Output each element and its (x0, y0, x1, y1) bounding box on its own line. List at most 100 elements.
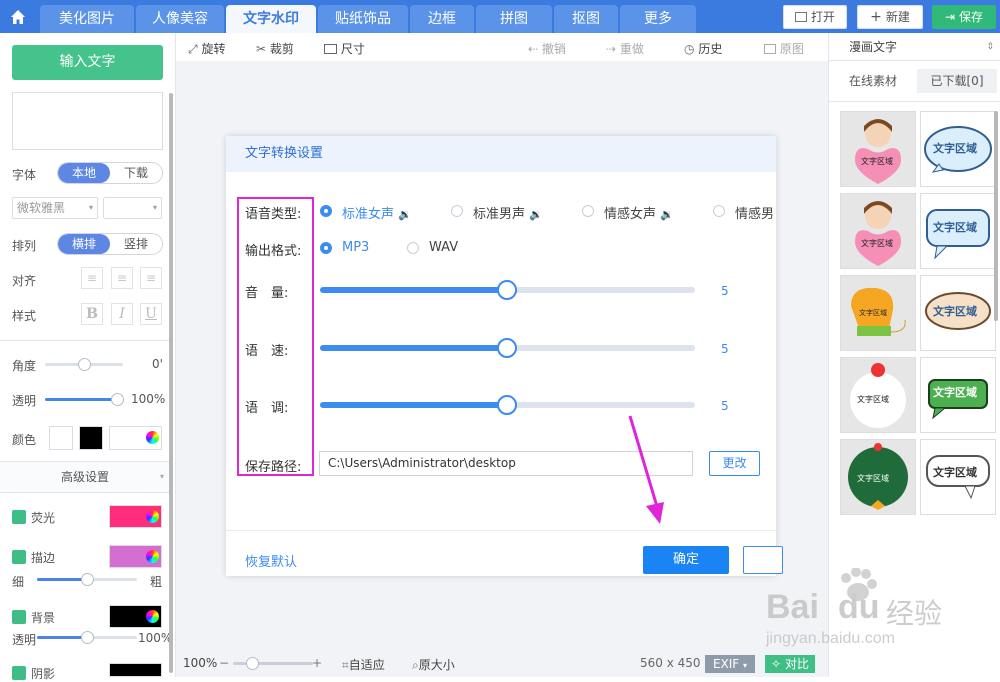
tab-collage[interactable]: 拼图 (476, 5, 552, 33)
radio-voice-female-std[interactable] (320, 205, 332, 217)
rotate-tool[interactable]: ⤢ 旋转 (188, 40, 225, 57)
stroke-width-knob[interactable] (81, 573, 94, 586)
bg-opacity-knob[interactable] (81, 631, 94, 644)
bold-button[interactable]: B (81, 303, 103, 325)
sticker-girl-heart-2[interactable]: 文字区域 (840, 193, 916, 269)
tab-frames[interactable]: 边框 (410, 5, 474, 33)
font-select[interactable]: 微软雅黑 ▾ (12, 197, 98, 219)
stroke-checkbox[interactable] (12, 550, 26, 564)
sticker-speech-bubble[interactable]: 文字区域 (920, 193, 996, 269)
original-size-button[interactable]: ⌕原大小 (412, 656, 455, 673)
volume-slider-knob[interactable] (497, 280, 517, 300)
history-tool[interactable]: ◷ 历史 (684, 40, 722, 57)
zoom-slider[interactable] (233, 657, 313, 670)
format-option-wav[interactable]: WAV (429, 240, 458, 255)
radio-format-mp3[interactable] (320, 242, 332, 254)
voice-option-male-emo[interactable]: 情感男 (735, 203, 776, 222)
pitch-slider-knob[interactable] (497, 395, 517, 415)
save-button[interactable]: ⇥ 保存 (932, 5, 996, 29)
watermark-brand-2: du (838, 588, 880, 626)
font-source-download[interactable]: 下载 (110, 163, 162, 183)
sticker-plain-bubble[interactable]: 文字区域 (920, 439, 996, 515)
text-input-area[interactable] (12, 92, 163, 150)
color-picker-icon[interactable] (146, 610, 159, 623)
new-button[interactable]: + 新建 (857, 5, 923, 29)
pitch-slider[interactable] (320, 395, 695, 415)
sticker-snowman[interactable]: 文字区域 (840, 357, 916, 433)
tab-online-materials[interactable]: 在线素材 (835, 69, 911, 93)
radio-voice-male-emo[interactable] (713, 205, 725, 217)
open-button[interactable]: 打开 (783, 5, 847, 29)
arrange-horizontal[interactable]: 横排 (58, 234, 110, 254)
ok-button[interactable]: 确定 (643, 546, 729, 574)
align-center-icon[interactable]: ≡ (111, 267, 133, 289)
voice-option-female-std[interactable]: 标准女声 🔉 (342, 203, 412, 222)
sticker-mitten[interactable]: 文字区域 (840, 275, 916, 351)
font-source-toggle[interactable]: 本地 下载 (57, 162, 163, 184)
sticker-cloud-bubble[interactable]: 文字区域 (920, 111, 996, 187)
color-picker-icon[interactable] (146, 510, 159, 523)
original-tool[interactable]: 原图 (764, 40, 804, 57)
color-swatch-white[interactable] (49, 426, 73, 450)
reset-default-link[interactable]: 恢复默认 (245, 551, 297, 570)
color-swatch-black[interactable] (79, 426, 103, 450)
volume-slider[interactable] (320, 280, 695, 300)
sticker-green-bubble[interactable]: 文字区域 (920, 357, 996, 433)
advanced-settings-toggle[interactable]: 高级设置 ▾ (0, 462, 170, 492)
speed-slider[interactable] (320, 338, 695, 358)
opacity-slider-knob[interactable] (111, 393, 124, 406)
redo-tool[interactable]: ⇢ 重做 (606, 40, 644, 57)
zoom-slider-knob[interactable] (246, 657, 259, 670)
opacity-slider[interactable] (45, 393, 124, 406)
font-source-local[interactable]: 本地 (58, 163, 110, 183)
right-panel-scrollbar[interactable] (994, 111, 998, 321)
input-text-button[interactable]: 输入文字 (12, 45, 163, 80)
color-picker-icon[interactable] (146, 550, 159, 563)
arrange-vertical[interactable]: 竖排 (110, 234, 162, 254)
zoom-in-icon[interactable]: + (312, 656, 322, 670)
tab-beautify[interactable]: 美化图片 (40, 5, 134, 33)
fit-button[interactable]: ⌗自适应 (342, 656, 385, 673)
tab-downloaded[interactable]: 已下载[0] (917, 69, 997, 93)
size-label: 尺寸 (340, 42, 365, 56)
size-tool[interactable]: 尺寸 (324, 40, 365, 57)
font-size-select[interactable]: ▾ (103, 197, 162, 219)
background-checkbox[interactable] (12, 610, 26, 624)
tab-cutout[interactable]: 抠图 (554, 5, 618, 33)
angle-slider[interactable] (45, 358, 123, 371)
voice-option-male-std[interactable]: 标准男声 🔉 (473, 203, 543, 222)
home-icon[interactable] (4, 4, 32, 30)
crop-tool[interactable]: ✂ 裁剪 (256, 40, 294, 57)
shadow-checkbox[interactable] (12, 666, 26, 680)
sticker-girl-heart[interactable]: 文字区域 (840, 111, 916, 187)
align-left-icon[interactable]: ≡ (81, 267, 103, 289)
sticker-wreath[interactable]: 文字区域 (840, 439, 916, 515)
align-right-icon[interactable]: ≡ (140, 267, 162, 289)
format-option-mp3[interactable]: MP3 (342, 240, 369, 255)
radio-voice-female-emo[interactable] (582, 205, 594, 217)
exif-button[interactable]: EXIF ▾ (705, 655, 755, 673)
category-select[interactable]: 漫画文字 ⇕ (829, 33, 1000, 61)
bg-opacity-slider[interactable] (37, 631, 137, 644)
zoom-out-icon[interactable]: − (219, 656, 229, 670)
italic-button[interactable]: I (111, 303, 133, 325)
change-path-button[interactable]: 更改 (709, 451, 760, 476)
speed-slider-knob[interactable] (497, 338, 517, 358)
voice-option-female-emo[interactable]: 情感女声 🔉 (604, 203, 674, 222)
radio-voice-male-std[interactable] (451, 205, 463, 217)
tab-stickers[interactable]: 贴纸饰品 (318, 5, 408, 33)
tab-text-watermark[interactable]: 文字水印 (226, 5, 316, 33)
radio-format-wav[interactable] (407, 242, 419, 254)
undo-tool[interactable]: ⇠ 撤销 (528, 40, 566, 57)
tab-portrait[interactable]: 人像美容 (136, 5, 224, 33)
glow-checkbox[interactable] (12, 510, 26, 524)
tab-more[interactable]: 更多 (620, 5, 696, 33)
left-panel-scrollbar[interactable] (169, 93, 173, 673)
color-picker-icon[interactable] (146, 431, 159, 444)
arrange-toggle[interactable]: 横排 竖排 (57, 233, 163, 255)
angle-slider-knob[interactable] (78, 358, 91, 371)
underline-button[interactable]: U (140, 303, 162, 325)
shadow-color-swatch[interactable] (109, 663, 162, 677)
sticker-cloud-brown[interactable]: 文字区域 (920, 275, 996, 351)
stroke-width-slider[interactable] (37, 573, 137, 586)
